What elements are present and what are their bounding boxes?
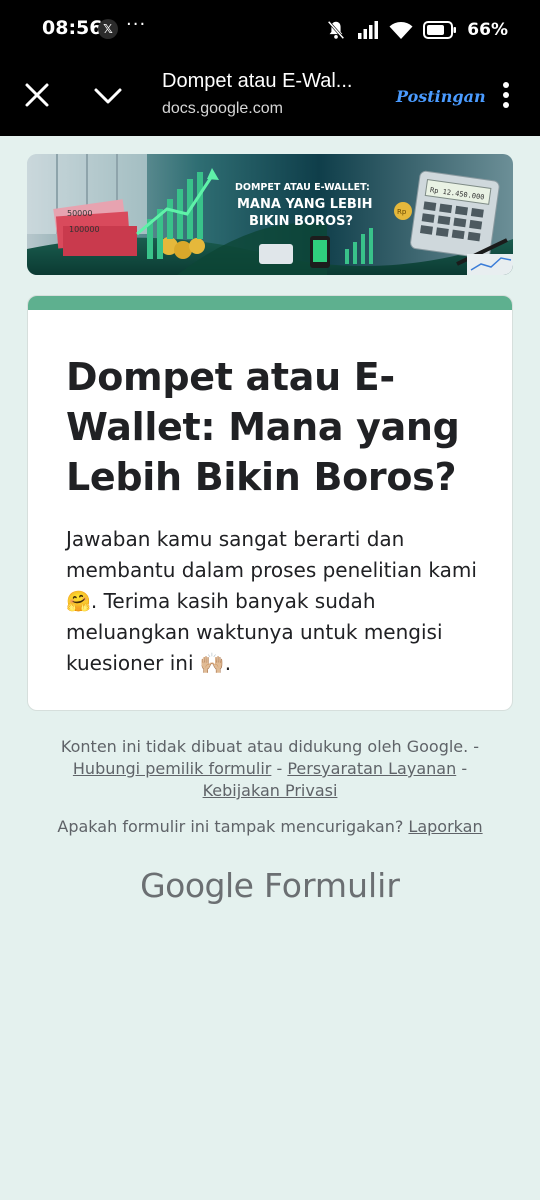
card-accent-bar (28, 296, 512, 310)
status-icons: 66% (325, 16, 508, 44)
form-header-image: 50000 100000 DOMPET ATAU E-WALLET: MANA … (27, 154, 513, 275)
more-notifications-icon: ··· (126, 14, 147, 35)
report-question: Apakah formulir ini tampak mencurigakan? (57, 817, 404, 836)
mute-bell-icon (327, 20, 345, 40)
bill-label-1: 50000 (67, 209, 92, 218)
privacy-link[interactable]: Kebijakan Privasi (203, 781, 338, 800)
separator: - (461, 759, 468, 778)
form-card: Dompet atau E-Wallet: Mana yang Lebih Bi… (27, 295, 513, 711)
browser-toolbar: Dompet atau E-Wal... docs.google.com Pos… (0, 58, 540, 136)
signal-icon (358, 21, 379, 39)
form-description: Jawaban kamu sangat berarti dan membantu… (66, 527, 477, 675)
contact-owner-link[interactable]: Hubungi pemilik formulir (73, 759, 271, 778)
google-wordmark: Google (140, 866, 254, 905)
post-button[interactable]: Postingan (396, 87, 486, 106)
wifi-icon (389, 22, 413, 39)
status-bar: 08:56 𝕏 ··· 66% (0, 0, 540, 58)
clock: 08:56 (42, 17, 103, 39)
page-title: Dompet atau E-Wal... (162, 70, 353, 92)
banner-line-1: DOMPET ATAU E-WALLET: (235, 182, 370, 193)
close-icon[interactable] (22, 80, 52, 110)
chevron-down-icon[interactable] (92, 82, 124, 110)
coin-label: Rp (397, 208, 407, 216)
more-vert-icon[interactable] (496, 80, 516, 110)
bill-label-2: 100000 (69, 225, 100, 234)
separator: - (276, 759, 283, 778)
banner-line-3: BIKIN BOROS? (249, 214, 353, 229)
x-app-notification-icon: 𝕏 (98, 19, 118, 39)
battery-icon (423, 21, 457, 39)
terms-link[interactable]: Persyaratan Layanan (287, 759, 456, 778)
disclaimer-text: Konten ini tidak dibuat atau didukung ol… (60, 737, 480, 756)
report-link[interactable]: Laporkan (408, 817, 482, 836)
footer-disclaimer: Konten ini tidak dibuat atau didukung ol… (20, 736, 520, 802)
banner-line-2: MANA YANG LEBIH (237, 197, 373, 212)
page-url: docs.google.com (162, 100, 283, 117)
forms-wordmark: Formulir (263, 866, 400, 905)
google-forms-logo[interactable]: Google Formulir (0, 866, 540, 905)
form-title: Dompet atau E-Wallet: Mana yang Lebih Bi… (66, 355, 460, 499)
report-row: Apakah formulir ini tampak mencurigakan?… (20, 817, 520, 836)
battery-percent: 66% (467, 20, 508, 40)
